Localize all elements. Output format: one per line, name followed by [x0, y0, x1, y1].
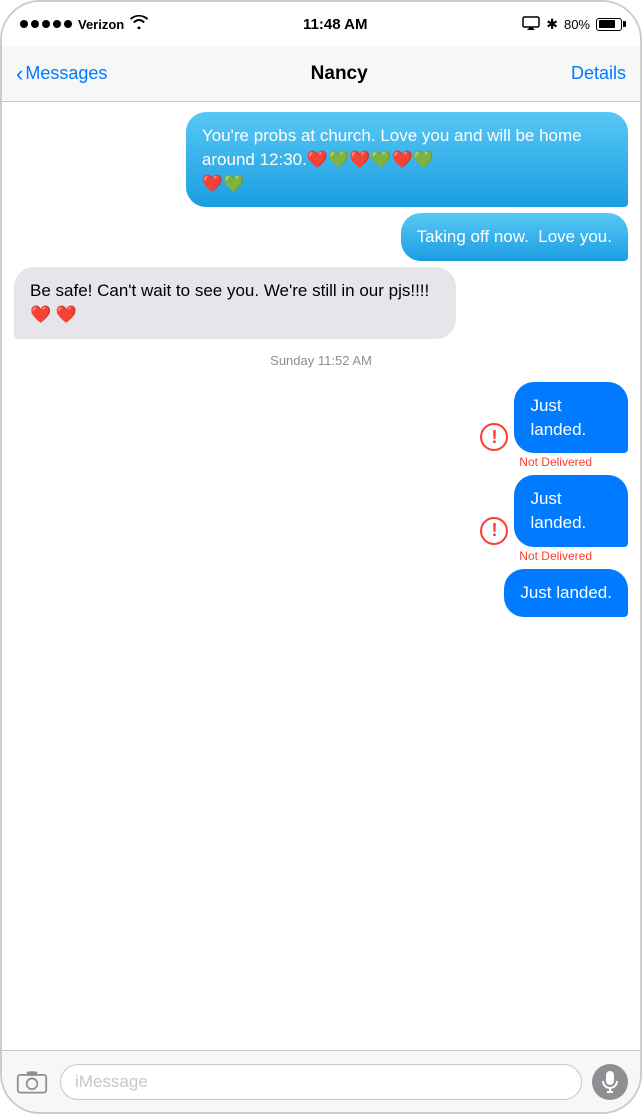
camera-button[interactable]	[14, 1064, 50, 1100]
bubble-outgoing-4: Just landed.	[514, 382, 628, 454]
message-row-5: ! Just landed.	[470, 475, 628, 547]
signal-dot-1	[20, 20, 28, 28]
messages-area: You're probs at church. Love you and wil…	[2, 102, 640, 1050]
phone-frame: Verizon 11:48 AM ✱ 80%	[0, 0, 642, 1114]
input-bar: iMessage	[2, 1050, 640, 1112]
timestamp-1: Sunday 11:52 AM	[14, 353, 628, 368]
imessage-input-field[interactable]: iMessage	[60, 1064, 582, 1100]
mic-button[interactable]	[592, 1064, 628, 1100]
message-row-6: Just landed.	[14, 569, 628, 617]
message-row-3: Be safe! Can't wait to see you. We're st…	[14, 267, 628, 339]
message-row-2: Taking off now. Love you.	[14, 213, 628, 261]
back-chevron-icon: ‹	[16, 63, 23, 85]
wifi-icon	[130, 15, 148, 33]
error-icon-2[interactable]: !	[480, 517, 508, 545]
camera-icon	[16, 1069, 48, 1095]
bubble-outgoing-5: Just landed.	[514, 475, 628, 547]
message-group-4: ! Just landed. Not Delivered	[14, 382, 628, 470]
bluetooth-icon: ✱	[546, 16, 558, 33]
battery-percent: 80%	[564, 17, 590, 32]
bubble-outgoing-6: Just landed.	[504, 569, 628, 617]
conversation-title: Nancy	[311, 63, 368, 85]
not-delivered-1: Not Delivered	[519, 455, 592, 469]
not-delivered-2: Not Delivered	[519, 549, 592, 563]
details-button[interactable]: Details	[571, 63, 626, 84]
signal-dot-3	[42, 20, 50, 28]
status-right: ✱ 80%	[522, 16, 622, 33]
battery-icon-container	[596, 18, 622, 31]
bubble-outgoing-1: You're probs at church. Love you and wil…	[186, 112, 628, 207]
back-label: Messages	[25, 63, 107, 84]
status-time: 11:48 AM	[303, 16, 367, 33]
battery-fill	[599, 20, 616, 28]
nav-bar: ‹ Messages Nancy Details	[2, 46, 640, 102]
status-bar: Verizon 11:48 AM ✱ 80%	[2, 2, 640, 46]
signal-dots	[20, 20, 72, 28]
message-row-1: You're probs at church. Love you and wil…	[14, 112, 628, 207]
bubble-incoming-1: Be safe! Can't wait to see you. We're st…	[14, 267, 456, 339]
imessage-placeholder: iMessage	[75, 1072, 148, 1092]
carrier-label: Verizon	[78, 17, 124, 32]
signal-dot-4	[53, 20, 61, 28]
message-group-5: ! Just landed. Not Delivered	[14, 475, 628, 563]
signal-dot-5	[64, 20, 72, 28]
bubble-outgoing-2: Taking off now. Love you.	[401, 213, 628, 261]
status-left: Verizon	[20, 15, 148, 33]
mic-icon	[602, 1071, 618, 1093]
signal-dot-2	[31, 20, 39, 28]
battery-icon	[596, 18, 622, 31]
error-icon-1[interactable]: !	[480, 423, 508, 451]
message-row-4: ! Just landed.	[470, 382, 628, 454]
airplay-icon	[522, 16, 540, 33]
back-button[interactable]: ‹ Messages	[16, 63, 107, 85]
